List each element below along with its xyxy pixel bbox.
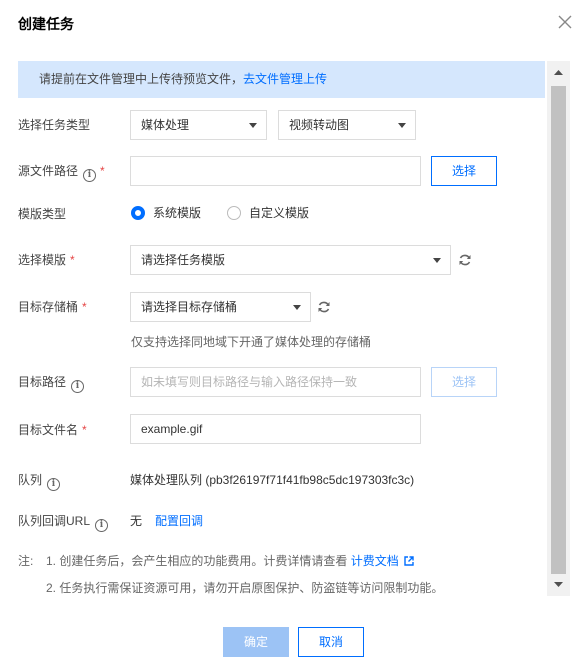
chevron-down-icon <box>293 305 301 310</box>
cancel-button[interactable]: 取消 <box>298 627 364 657</box>
task-type-select[interactable]: 媒体处理 <box>130 110 267 140</box>
chevron-down-icon <box>398 123 406 128</box>
target-bucket-label: 目标存储桶 * <box>18 299 87 315</box>
refresh-icon[interactable] <box>458 253 472 267</box>
task-type-label: 选择任务类型 <box>18 118 91 132</box>
queue-label: 队列 i <box>18 472 61 491</box>
radio-system-template-label[interactable]: 系统模版 <box>153 206 201 221</box>
refresh-icon[interactable] <box>317 300 331 314</box>
target-bucket-label-text: 目标存储桶 <box>18 300 79 314</box>
target-bucket-select[interactable]: 请选择目标存储桶 <box>130 292 311 322</box>
target-path-label: 目标路径 i <box>18 374 85 393</box>
scrollbar[interactable] <box>547 61 570 596</box>
source-path-label: 源文件路径 i * <box>18 163 105 182</box>
dialog-title: 创建任务 <box>18 16 74 32</box>
target-filename-label: 目标文件名 * <box>18 422 87 438</box>
callback-label: 队列回调URL i <box>18 513 109 532</box>
target-filename-input[interactable]: example.gif <box>130 414 421 444</box>
note-item-2: 2. 任务执行需保证资源可用，请勿开启原图保护、防盗链等访问限制功能。 <box>46 581 444 595</box>
target-bucket-hint: 仅支持选择同地域下开通了媒体处理的存储桶 <box>131 335 372 349</box>
queue-label-text: 队列 <box>18 473 43 487</box>
source-select-button[interactable]: 选择 <box>431 156 497 186</box>
radio-custom-template-label[interactable]: 自定义模版 <box>249 206 309 221</box>
info-icon[interactable]: i <box>95 519 109 532</box>
scroll-down-icon[interactable] <box>547 578 570 592</box>
required-mark: * <box>100 164 105 178</box>
required-mark: * <box>70 253 75 267</box>
target-path-label-text: 目标路径 <box>18 375 67 389</box>
note-item-1: 1. 创建任务后，会产生相应的功能费用。计费详情请查看 计费文档 <box>46 553 414 569</box>
chevron-down-icon <box>433 258 441 263</box>
template-label-text: 选择模版 <box>18 253 67 267</box>
chevron-down-icon <box>249 123 257 128</box>
source-path-label-text: 源文件路径 <box>18 164 79 178</box>
ok-button[interactable]: 确定 <box>223 627 289 657</box>
scroll-up-icon[interactable] <box>547 65 570 79</box>
info-icon[interactable]: i <box>83 169 97 182</box>
template-type-label: 模版类型 <box>18 207 67 221</box>
source-path-input[interactable] <box>130 156 421 186</box>
scroll-thumb[interactable] <box>551 86 566 574</box>
target-select-button[interactable]: 选择 <box>431 367 497 397</box>
task-subtype-value: 视频转动图 <box>289 118 350 132</box>
info-icon[interactable]: i <box>47 478 61 491</box>
queue-value: 媒体处理队列 (pb3f26197f71f41fb98c5dc197303fc3… <box>130 473 415 487</box>
billing-doc-link[interactable]: 计费文档 <box>351 554 399 568</box>
required-mark: * <box>82 423 87 437</box>
task-subtype-select[interactable]: 视频转动图 <box>278 110 416 140</box>
file-manage-link[interactable]: 去文件管理上传 <box>243 72 327 86</box>
radio-system-template[interactable] <box>131 206 145 220</box>
template-label: 选择模版 * <box>18 252 75 268</box>
info-icon[interactable]: i <box>71 380 85 393</box>
close-icon[interactable] <box>556 13 574 31</box>
notice-banner: 请提前在文件管理中上传待预览文件，去文件管理上传 <box>18 61 545 98</box>
target-path-input[interactable]: 如未填写则目标路径与输入路径保持一致 <box>130 367 421 397</box>
required-mark: * <box>82 300 87 314</box>
configure-callback-link[interactable]: 配置回调 <box>155 513 203 529</box>
task-type-value: 媒体处理 <box>141 118 190 132</box>
radio-custom-template[interactable] <box>227 206 241 220</box>
template-select[interactable]: 请选择任务模版 <box>130 245 451 275</box>
template-placeholder: 请选择任务模版 <box>141 253 226 267</box>
external-link-icon[interactable] <box>404 554 414 566</box>
note-item-1-text: 1. 创建任务后，会产生相应的功能费用。计费详情请查看 <box>46 554 348 568</box>
notice-text: 请提前在文件管理中上传待预览文件， <box>39 72 244 86</box>
callback-value: 无 <box>130 514 143 528</box>
target-filename-label-text: 目标文件名 <box>18 423 79 437</box>
target-bucket-placeholder: 请选择目标存储桶 <box>141 300 238 314</box>
notes-prefix: 注: <box>18 554 34 568</box>
callback-label-text: 队列回调URL <box>18 514 91 528</box>
